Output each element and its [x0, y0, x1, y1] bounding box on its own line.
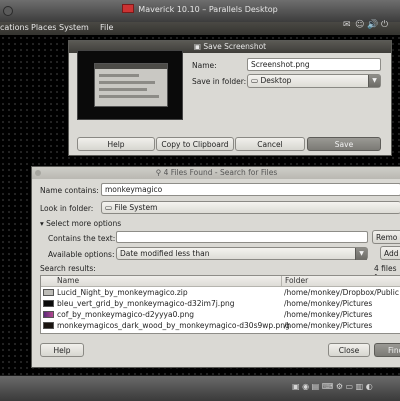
look-in-folder-combo[interactable]: ▭ File System — [101, 201, 400, 214]
add-button[interactable]: Add — [380, 246, 400, 260]
save-button[interactable]: Save — [307, 137, 381, 151]
preview-line — [99, 88, 147, 91]
table-header: Name Folder — [41, 276, 400, 287]
result-folder: /home/monkey/Pictures — [284, 310, 373, 319]
host-title-text: Maverick 10.10 – Parallels Desktop — [138, 5, 278, 14]
save-in-folder-label: Save in folder: — [192, 77, 247, 86]
search-dialog-title: 4 Files Found - Search for Files — [163, 168, 278, 177]
table-row[interactable]: cof_by_monkeymagico-d2yyya0.png /home/mo… — [43, 310, 400, 320]
column-header-folder[interactable]: Folder — [281, 276, 308, 286]
copy-to-clipboard-button[interactable]: Copy to Clipboard — [156, 137, 234, 151]
search-dialog-titlebar: ⚲ 4 Files Found - Search for Files — [32, 167, 400, 179]
table-row[interactable]: monkeymagicos_dark_wood_by_monkeymagico-… — [43, 321, 400, 331]
host-window-title: Maverick 10.10 – Parallels Desktop — [0, 4, 400, 14]
image-file-icon — [43, 300, 54, 307]
help-button[interactable]: Help — [40, 343, 84, 357]
filename-input[interactable]: Screenshot.png — [247, 58, 381, 71]
network-icon[interactable]: ✉ — [343, 20, 351, 30]
look-in-folder-label: Look in folder: — [40, 204, 94, 213]
available-options-combo[interactable]: Date modified less than ▼ — [116, 247, 368, 260]
search-results-table: Name Folder Lucid_Night_by_monkeymagico.… — [40, 275, 400, 334]
result-folder: /home/monkey/Dropbox/Public — [284, 288, 399, 297]
available-options-value: Date modified less than — [120, 249, 210, 258]
column-header-name[interactable]: Name — [57, 276, 79, 286]
chevron-down-icon: ▼ — [368, 75, 380, 87]
more-options-label: Select more options — [46, 219, 122, 228]
contains-text-input[interactable] — [116, 231, 368, 243]
chat-icon[interactable]: ☺ — [355, 20, 364, 30]
name-label: Name: — [192, 61, 217, 70]
zip-archive-icon — [43, 289, 54, 296]
result-filename: bleu_vert_grid_by_monkeymagico-d32im7j.p… — [57, 299, 235, 308]
save-screenshot-dialog: ▣ Save Screenshot Name: Screenshot.png S… — [68, 40, 392, 156]
contains-text-label: Contains the text: — [48, 234, 116, 243]
close-window-icon[interactable] — [35, 170, 41, 176]
result-filename: monkeymagicos_dark_wood_by_monkeymagico-… — [57, 321, 290, 330]
parallels-vm-icon — [122, 4, 135, 13]
more-options-expander[interactable]: ▾ Select more options — [40, 219, 121, 228]
result-filename: Lucid_Night_by_monkeymagico.zip — [57, 288, 188, 297]
preview-titlebar — [95, 64, 167, 69]
save-folder-value: Desktop — [260, 76, 292, 85]
cancel-button[interactable]: Cancel — [235, 137, 305, 151]
panel-menu-system[interactable]: System — [59, 23, 89, 32]
search-files-dialog: ⚲ 4 Files Found - Search for Files Name … — [31, 166, 400, 368]
remove-button[interactable]: Remo — [372, 230, 400, 244]
search-icon: ⚲ — [155, 168, 164, 177]
result-folder: /home/monkey/Pictures — [284, 299, 373, 308]
search-results-label: Search results: — [40, 264, 96, 273]
power-icon[interactable]: ⏻ — [381, 20, 388, 30]
available-options-label: Available options: — [48, 250, 115, 259]
screenshot-preview — [77, 50, 183, 120]
preview-line — [99, 81, 155, 84]
preview-window-image — [94, 63, 168, 107]
panel-menu-places[interactable]: Places — [31, 23, 56, 32]
chevron-down-icon: ▼ — [355, 248, 367, 260]
panel-menu-file[interactable]: File — [100, 23, 113, 32]
close-button[interactable]: Close — [328, 343, 370, 357]
volume-icon[interactable]: 🔊 — [367, 20, 378, 30]
image-file-icon — [43, 311, 54, 318]
help-button[interactable]: Help — [77, 137, 155, 151]
result-filename: cof_by_monkeymagico-d2yyya0.png — [57, 310, 195, 319]
save-folder-combo[interactable]: ▭ Desktop ▼ — [247, 74, 381, 88]
preview-line — [99, 95, 159, 98]
result-folder: /home/monkey/Pictures — [284, 321, 373, 330]
image-file-icon — [43, 322, 54, 329]
name-contains-label: Name contains: — [40, 186, 99, 195]
table-row[interactable]: bleu_vert_grid_by_monkeymagico-d32im7j.p… — [43, 299, 400, 309]
screenshot-app-icon: ▣ — [193, 42, 204, 51]
device-icons[interactable]: ▣ ◉ ▤ ⌨ ⚙ ▭ ▥ ◐ — [292, 382, 373, 391]
name-contains-input[interactable]: monkeymagico — [101, 183, 400, 196]
table-row[interactable]: Lucid_Night_by_monkeymagico.zip /home/mo… — [43, 288, 400, 298]
preview-line — [99, 74, 139, 77]
panel-menu-applications[interactable]: cations — [0, 23, 29, 32]
find-button[interactable]: Find — [374, 343, 400, 357]
save-dialog-title: Save Screenshot — [203, 42, 267, 51]
look-in-folder-value: File System — [114, 203, 158, 212]
